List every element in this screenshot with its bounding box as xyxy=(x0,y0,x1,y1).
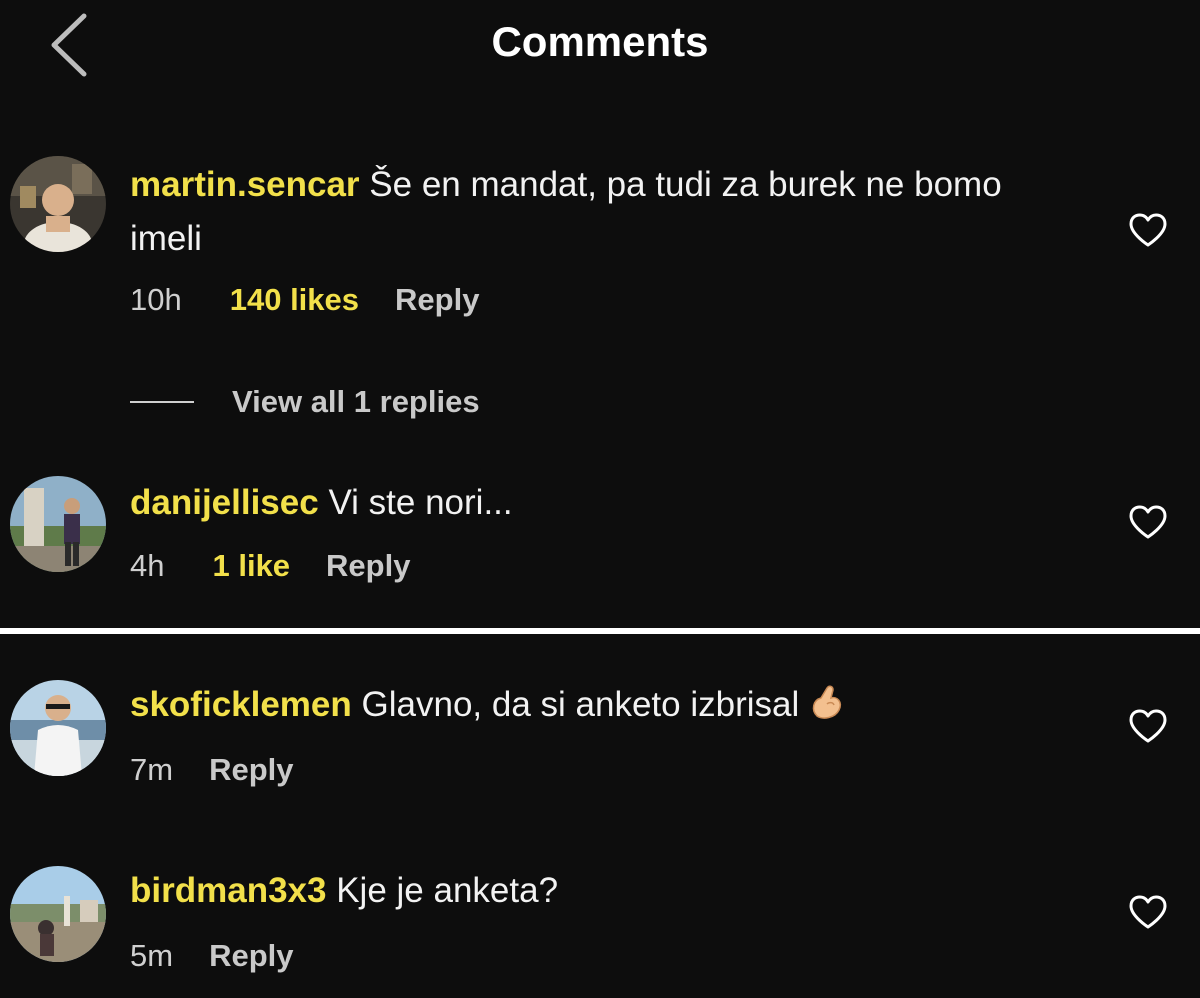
comment-text: skoficklemen Glavno, da si anketo izbris… xyxy=(130,678,1070,738)
heart-outline-icon xyxy=(1129,505,1167,539)
reply-button[interactable]: Reply xyxy=(395,282,479,318)
comment-body: Vi ste nori... xyxy=(328,483,513,522)
comment-text: martin.sencar Še en mandat, pa tudi za b… xyxy=(130,158,1070,266)
comment-text: danijellisec Vi ste nori... xyxy=(130,476,1070,530)
likes-count[interactable]: 140 likes xyxy=(230,282,359,318)
reply-button[interactable]: Reply xyxy=(326,548,410,584)
comment-username[interactable]: martin.sencar xyxy=(130,165,360,204)
like-button[interactable] xyxy=(1128,894,1168,930)
likes-count[interactable]: 1 like xyxy=(212,548,290,584)
heart-outline-icon xyxy=(1129,895,1167,929)
view-replies-label: View all 1 replies xyxy=(232,384,480,419)
comment-item: danijellisec Vi ste nori... 4h 1 like Re… xyxy=(0,476,1200,596)
comment-item: martin.sencar Še en mandat, pa tudi za b… xyxy=(0,156,1200,336)
reply-button[interactable]: Reply xyxy=(209,752,293,788)
chevron-left-icon xyxy=(51,13,87,77)
pinching-hand-emoji xyxy=(807,682,847,738)
replies-divider-line xyxy=(130,401,194,403)
comment-time: 4h xyxy=(130,548,165,583)
comment-username[interactable]: danijellisec xyxy=(130,483,319,522)
comment-time: 7m xyxy=(130,752,174,787)
back-button[interactable] xyxy=(40,10,100,80)
bottom-panel: skoficklemen Glavno, da si anketo izbris… xyxy=(0,634,1200,998)
comment-time: 10h xyxy=(130,282,182,317)
comment-item: skoficklemen Glavno, da si anketo izbris… xyxy=(0,680,1200,800)
comment-time: 5m xyxy=(130,938,174,973)
avatar[interactable] xyxy=(10,680,106,776)
comment-body: Glavno, da si anketo izbrisal xyxy=(361,685,800,724)
like-button[interactable] xyxy=(1128,708,1168,744)
avatar[interactable] xyxy=(10,156,106,252)
comment-text: birdman3x3 Kje je anketa? xyxy=(130,864,1070,918)
comment-meta: 10h 140 likes Reply xyxy=(130,282,479,318)
comment-body: Kje je anketa? xyxy=(336,871,559,910)
heart-outline-icon xyxy=(1129,213,1167,247)
comment-meta: 4h 1 like Reply xyxy=(130,548,410,584)
comment-item: birdman3x3 Kje je anketa? 5m Reply xyxy=(0,866,1200,986)
comment-meta: 5m Reply xyxy=(130,938,294,974)
comments-screen: Comments martin.sencar Še en mandat, pa xyxy=(0,0,1200,998)
like-button[interactable] xyxy=(1128,504,1168,540)
comment-meta: 7m Reply xyxy=(130,752,294,788)
header: Comments xyxy=(0,0,1200,86)
comment-username[interactable]: skoficklemen xyxy=(130,685,352,724)
top-panel: Comments martin.sencar Še en mandat, pa xyxy=(0,0,1200,628)
reply-button[interactable]: Reply xyxy=(209,938,293,974)
avatar[interactable] xyxy=(10,476,106,572)
comment-username[interactable]: birdman3x3 xyxy=(130,871,326,910)
view-replies-button[interactable]: View all 1 replies xyxy=(130,382,480,422)
avatar[interactable] xyxy=(10,866,106,962)
heart-outline-icon xyxy=(1129,709,1167,743)
page-title: Comments xyxy=(491,18,709,65)
like-button[interactable] xyxy=(1128,212,1168,248)
